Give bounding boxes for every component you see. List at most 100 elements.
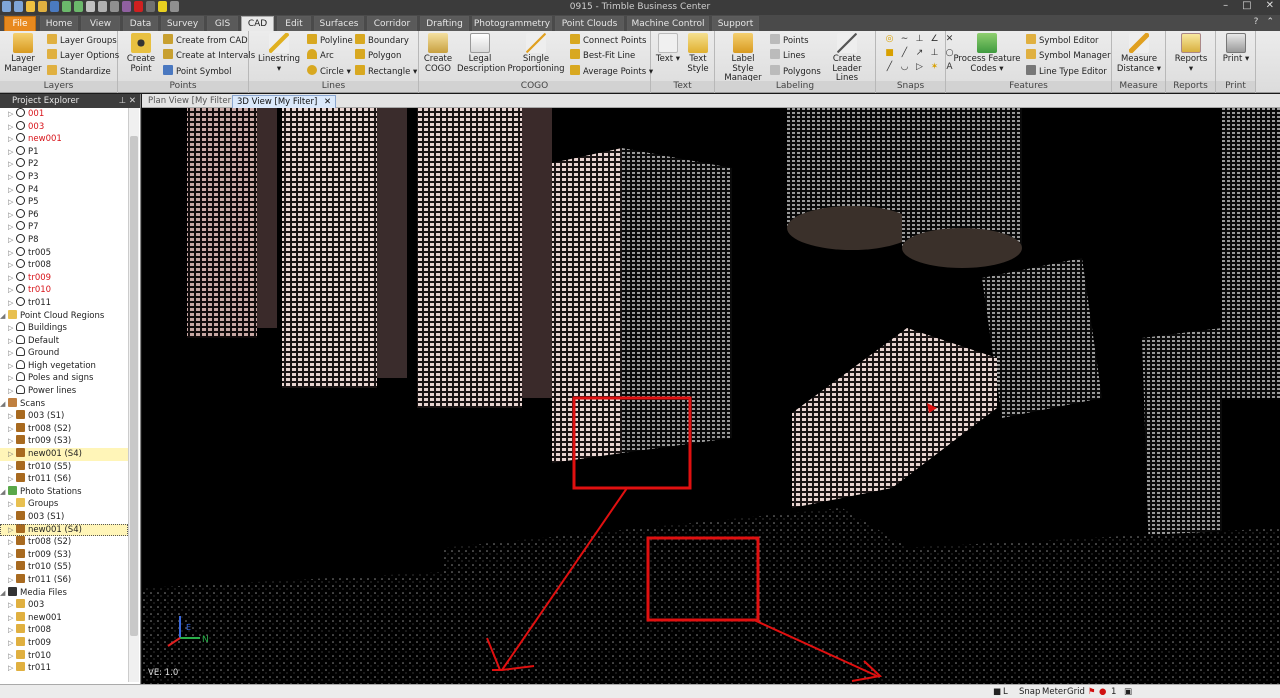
collapse-icon[interactable]: ◢	[0, 486, 5, 499]
project-tree-scrollbar[interactable]	[128, 108, 139, 682]
expand-icon[interactable]: ▷	[8, 612, 13, 625]
snap-square-icon[interactable]: ■	[884, 48, 895, 59]
expand-icon[interactable]: ▷	[8, 335, 13, 348]
snap-endpoint-icon[interactable]: ◎	[884, 34, 895, 45]
tree-item[interactable]: ▷ new001	[0, 133, 128, 146]
tree-item[interactable]: ▷ P1	[0, 145, 128, 159]
expand-icon[interactable]: ▷	[8, 322, 13, 335]
tab-photogrammetry[interactable]: Photogrammetry	[472, 16, 552, 31]
tree-item[interactable]: ▷ P7	[0, 221, 128, 234]
ribbon-collapse-icon[interactable]: ⌃	[1266, 17, 1274, 27]
layer-groups-button[interactable]: Layer Groups	[47, 34, 117, 47]
expand-icon[interactable]: ▷	[8, 435, 13, 448]
tab-file[interactable]: File	[4, 16, 36, 31]
single-proportioning-button[interactable]: Single Proportioning	[507, 33, 565, 74]
expand-icon[interactable]: ▷	[8, 360, 13, 373]
create-point-button[interactable]: Create Point	[124, 33, 158, 74]
text-button[interactable]: Text ▾	[655, 33, 681, 65]
expand-icon[interactable]: ▷	[8, 347, 13, 360]
tree-item[interactable]: ▷ Groups	[0, 498, 128, 511]
tab-corridor[interactable]: Corridor	[367, 16, 417, 31]
tree-item[interactable]: ▷ tr008	[0, 624, 128, 637]
text-style-button[interactable]: Text Style	[684, 33, 712, 74]
tree-item[interactable]: ▷ new001	[0, 611, 128, 625]
average-points-button[interactable]: Average Points ▾	[570, 65, 653, 78]
reports-button[interactable]: Reports ▾	[1172, 33, 1210, 74]
tree-group[interactable]: ◢ Photo Stations	[0, 485, 128, 499]
snap-toggle[interactable]: Snap	[1019, 686, 1040, 698]
snap-tangent-icon[interactable]: ⊥	[929, 48, 940, 59]
polyline-button[interactable]: Polyline	[307, 34, 353, 47]
tab-machine-control[interactable]: Machine Control	[627, 16, 709, 31]
collapse-icon[interactable]: ◢	[0, 398, 5, 411]
polygon-button[interactable]: Polygon	[355, 49, 401, 62]
tab-surfaces[interactable]: Surfaces	[314, 16, 364, 31]
expand-icon[interactable]: ▷	[8, 158, 13, 171]
expand-icon[interactable]: ▷	[8, 121, 13, 134]
print-button[interactable]: Print ▾	[1220, 33, 1252, 65]
label-polygons-button[interactable]: Polygons	[770, 65, 821, 78]
tab-cad[interactable]: CAD	[241, 16, 274, 31]
tab-home[interactable]: Home	[40, 16, 78, 31]
close-tab-icon[interactable]: ✕	[324, 97, 331, 107]
tab-plan-view[interactable]: Plan View [My Filter]	[144, 95, 238, 108]
expand-icon[interactable]: ▷	[8, 372, 13, 385]
process-feature-codes-button[interactable]: Process Feature Codes ▾	[952, 33, 1022, 74]
expand-icon[interactable]: ▷	[8, 259, 13, 272]
tree-item[interactable]: ▷ 001	[0, 108, 128, 121]
snap-perpendicular-icon[interactable]: ⊥	[914, 34, 925, 45]
connect-points-button[interactable]: Connect Points	[570, 34, 646, 47]
measure-distance-button[interactable]: Measure Distance ▾	[1115, 33, 1163, 74]
3d-viewport[interactable]: N E VE: 1.0	[142, 108, 1280, 684]
point-cloud-canvas[interactable]: N E	[142, 108, 1280, 684]
expand-icon[interactable]: ▷	[8, 637, 13, 650]
snap-angle-icon[interactable]: ∠	[929, 34, 940, 45]
expand-icon[interactable]: ▷	[8, 209, 13, 222]
flag-icon[interactable]: ⚑	[1088, 686, 1096, 698]
tree-item[interactable]: ▷ new001 (S4)	[0, 523, 128, 537]
expand-icon[interactable]: ▷	[8, 448, 13, 461]
tree-item[interactable]: ▷ Ground	[0, 347, 128, 360]
expand-icon[interactable]: ▷	[8, 133, 13, 146]
tab-point-clouds[interactable]: Point Clouds	[555, 16, 624, 31]
expand-icon[interactable]: ▷	[8, 146, 13, 159]
tree-group[interactable]: ◢ Scans	[0, 397, 128, 411]
layer-manager-button[interactable]: Layer Manager	[4, 33, 42, 74]
standardize-button[interactable]: Standardize	[47, 65, 111, 78]
tree-item[interactable]: ▷ tr011	[0, 662, 128, 675]
tree-item[interactable]: ▷ tr008 (S2)	[0, 536, 128, 549]
tree-item[interactable]: ▷ tr010 (S5)	[0, 460, 128, 474]
create-leader-lines-button[interactable]: Create Leader Lines	[821, 33, 873, 84]
expand-icon[interactable]: ▷	[8, 171, 13, 184]
tree-item[interactable]: ▷ tr008	[0, 259, 128, 272]
expand-icon[interactable]: ▷	[8, 473, 13, 486]
tree-item[interactable]: ▷ High vegetation	[0, 359, 128, 373]
expand-icon[interactable]: ▷	[8, 498, 13, 511]
tab-support[interactable]: Support	[712, 16, 759, 31]
line-type-editor-button[interactable]: Line Type Editor	[1026, 65, 1107, 78]
snap-star-icon[interactable]: ✶	[929, 62, 940, 73]
tree-item[interactable]: ▷ P3	[0, 170, 128, 184]
symbol-manager-button[interactable]: Symbol Manager	[1026, 49, 1111, 62]
tree-item[interactable]: ▷ P8	[0, 233, 128, 247]
grid-toggle[interactable]: Grid	[1067, 686, 1085, 698]
expand-icon[interactable]: ▷	[8, 599, 13, 612]
tree-item[interactable]: ▷ P5	[0, 196, 128, 209]
expand-icon[interactable]: ▷	[8, 272, 13, 285]
tree-item[interactable]: ▷ P2	[0, 158, 128, 171]
symbol-editor-button[interactable]: Symbol Editor	[1026, 34, 1099, 47]
expand-icon[interactable]: ▷	[8, 423, 13, 436]
units-display[interactable]: Meter	[1042, 686, 1067, 698]
snap-chevron-icon[interactable]: ▷	[914, 62, 925, 73]
pin-close-icons[interactable]: ⊥ ✕	[119, 94, 136, 108]
tree-group[interactable]: ◢ Media Files	[0, 586, 128, 600]
create-cogo-button[interactable]: Create COGO	[423, 33, 453, 74]
tree-item[interactable]: ▷ tr011	[0, 296, 128, 310]
tree-item[interactable]: ▷ Buildings	[0, 322, 128, 335]
tab-survey[interactable]: Survey	[161, 16, 204, 31]
tree-item[interactable]: ▷ Power lines	[0, 385, 128, 398]
label-style-manager-button[interactable]: Label Style Manager	[720, 33, 766, 84]
expand-icon[interactable]: ▷	[8, 196, 13, 209]
snap-curve-icon[interactable]: ∼	[899, 34, 910, 45]
tree-item[interactable]: ▷ tr009	[0, 271, 128, 285]
